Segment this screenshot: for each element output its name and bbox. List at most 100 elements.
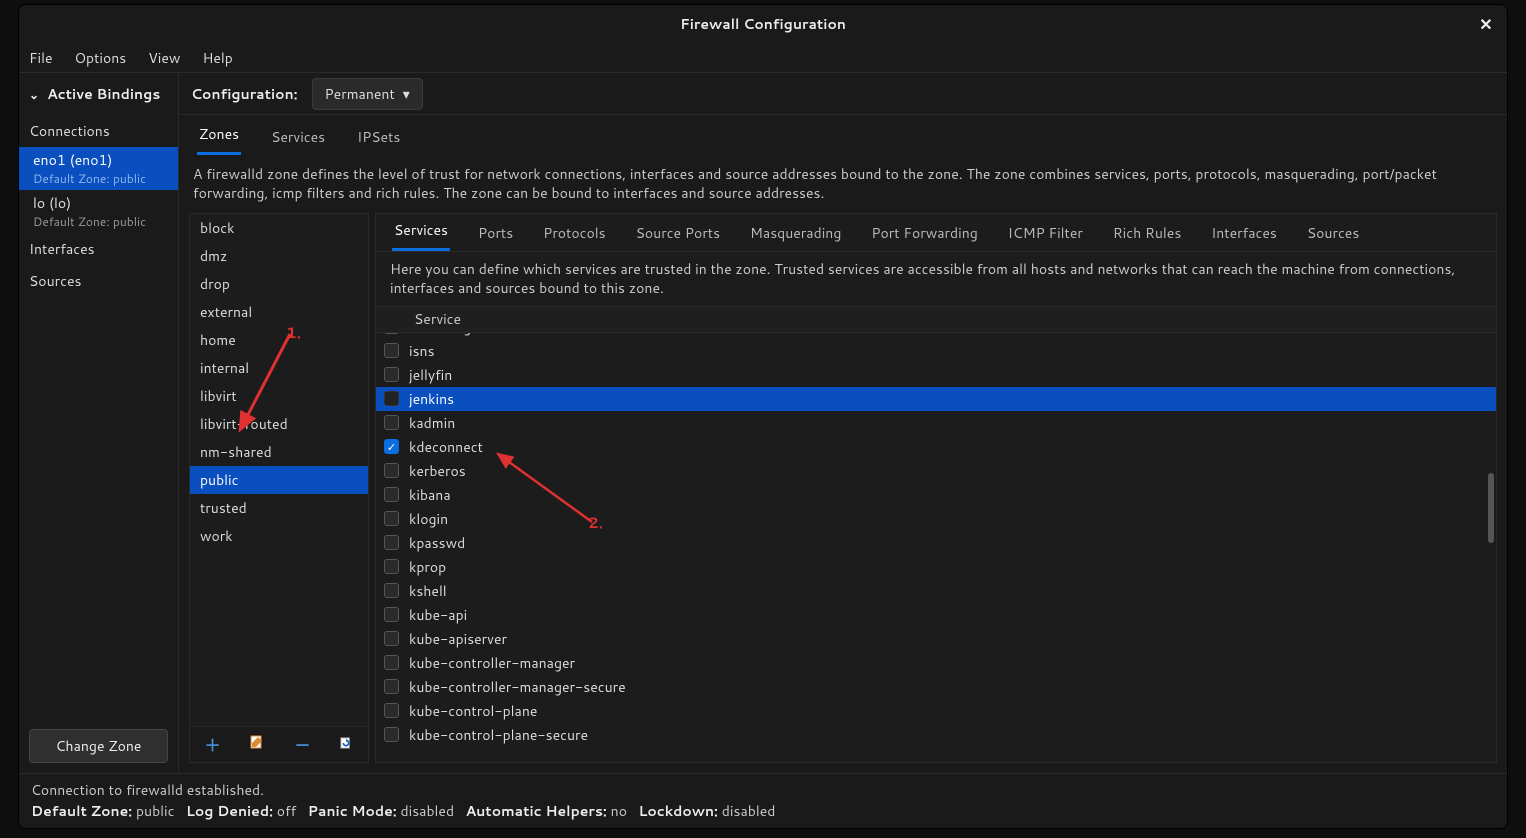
zone-item[interactable]: block [190,214,368,242]
add-zone-icon[interactable]: ＋ [204,732,220,757]
service-row[interactable]: kube-controller-manager-secure [376,675,1496,699]
service-row[interactable]: jellyfin [376,363,1496,387]
reload-zone-icon[interactable] [339,733,353,756]
service-checkbox[interactable] [384,367,399,382]
service-row[interactable]: ✓ kdeconnect [376,435,1496,459]
service-checkbox[interactable] [384,391,399,406]
tab-zones[interactable]: Zones [197,116,241,155]
connection-item[interactable]: lo (lo)Default Zone: public [19,190,178,233]
service-checkbox[interactable] [384,679,399,694]
service-name: kibana [409,485,451,505]
service-row[interactable]: kprop [376,555,1496,579]
status-auto: no [611,801,627,821]
service-row[interactable]: kerberos [376,459,1496,483]
service-checkbox[interactable]: ✓ [384,439,399,454]
status-connection: Connection to firewalld established. [31,780,1495,801]
connection-name: eno1 (eno1) [33,150,164,170]
connection-subtext: Default Zone: public [33,170,164,187]
edit-zone-icon[interactable] [249,733,265,756]
service-row[interactable]: kube-apiserver [376,627,1496,651]
service-row[interactable]: kshell [376,579,1496,603]
subtab-icmp-filter[interactable]: ICMP Filter [1006,215,1085,251]
menu-view[interactable]: View [148,48,180,68]
subtab-port-forwarding[interactable]: Port Forwarding [869,215,979,251]
zone-item[interactable]: public [190,466,368,494]
configuration-dropdown[interactable]: Permanent ▾ [312,78,423,110]
service-row[interactable]: kadmin [376,411,1496,435]
service-name: jellyfin [409,365,452,385]
status-log-denied: off [277,801,297,821]
menu-options[interactable]: Options [75,48,127,68]
service-table-header: Service [376,307,1496,333]
status-log-denied-label: Log Denied: [186,801,273,821]
service-checkbox[interactable] [384,583,399,598]
service-checkbox[interactable] [384,559,399,574]
subtab-masquerading[interactable]: Masquerading [748,215,843,251]
status-panic: disabled [401,801,455,821]
subtab-sources[interactable]: Sources [1305,215,1361,251]
subtab-ports[interactable]: Ports [476,215,515,251]
subtab-source-ports[interactable]: Source Ports [634,215,722,251]
service-row[interactable]: kibana [376,483,1496,507]
service-list[interactable]: iscsi-targetisnsjellyfinjenkinskadmin✓kd… [376,333,1496,762]
change-zone-button[interactable]: Change Zone [29,729,168,763]
service-checkbox[interactable] [384,343,399,358]
zone-item[interactable]: dmz [190,242,368,270]
remove-zone-icon[interactable]: － [294,732,310,757]
zone-item[interactable]: libvirt-routed [190,410,368,438]
configuration-value: Permanent [325,84,395,104]
subtab-interfaces[interactable]: Interfaces [1209,215,1279,251]
close-icon[interactable]: ✕ [1475,13,1497,35]
tab-services[interactable]: Services [269,119,327,155]
service-name: kdeconnect [409,437,483,457]
service-checkbox[interactable] [384,333,399,335]
service-row[interactable]: jenkins [376,387,1496,411]
connection-name: lo (lo) [33,193,164,213]
sources-header[interactable]: Sources [19,265,178,297]
connection-item[interactable]: eno1 (eno1)Default Zone: public [19,147,178,190]
zone-item[interactable]: work [190,522,368,550]
zone-item[interactable]: trusted [190,494,368,522]
service-column-header[interactable]: Service [408,309,461,329]
service-checkbox[interactable] [384,607,399,622]
service-checkbox[interactable] [384,703,399,718]
service-name: kube-control-plane [409,701,537,721]
service-row[interactable]: kube-api [376,603,1496,627]
menu-help[interactable]: Help [202,48,232,68]
tab-ipsets[interactable]: IPSets [355,119,402,155]
interfaces-header[interactable]: Interfaces [19,233,178,265]
service-checkbox[interactable] [384,415,399,430]
service-row[interactable]: kube-control-plane [376,699,1496,723]
service-row[interactable]: klogin [376,507,1496,531]
zone-item[interactable]: internal [190,354,368,382]
zone-item[interactable]: nm-shared [190,438,368,466]
service-row[interactable]: isns [376,339,1496,363]
service-checkbox[interactable] [384,631,399,646]
status-lockdown-label: Lockdown: [638,801,718,821]
zone-list[interactable]: blockdmzdropexternalhomeinternallibvirtl… [190,214,368,726]
service-checkbox[interactable] [384,463,399,478]
subtab-protocols[interactable]: Protocols [541,215,607,251]
services-description: Here you can define which services are t… [376,252,1496,307]
active-bindings-toggle[interactable]: ⌄ Active Bindings [19,73,178,115]
service-row[interactable]: kube-controller-manager [376,651,1496,675]
zone-item[interactable]: home [190,326,368,354]
zone-item[interactable]: libvirt [190,382,368,410]
subtab-services[interactable]: Services [392,214,450,251]
zone-item[interactable]: external [190,298,368,326]
service-checkbox[interactable] [384,511,399,526]
service-checkbox[interactable] [384,727,399,742]
service-name: kube-control-plane-secure [409,725,588,745]
zone-item[interactable]: drop [190,270,368,298]
menu-file[interactable]: File [29,48,53,68]
service-row[interactable]: kube-control-plane-secure [376,723,1496,747]
service-row[interactable]: kpasswd [376,531,1496,555]
service-checkbox[interactable] [384,487,399,502]
service-checkbox[interactable] [384,655,399,670]
status-panic-label: Panic Mode: [308,801,397,821]
service-name: kube-apiserver [409,629,507,649]
scrollbar[interactable] [1488,473,1494,543]
service-name: klogin [409,509,448,529]
subtab-rich-rules[interactable]: Rich Rules [1111,215,1183,251]
service-checkbox[interactable] [384,535,399,550]
